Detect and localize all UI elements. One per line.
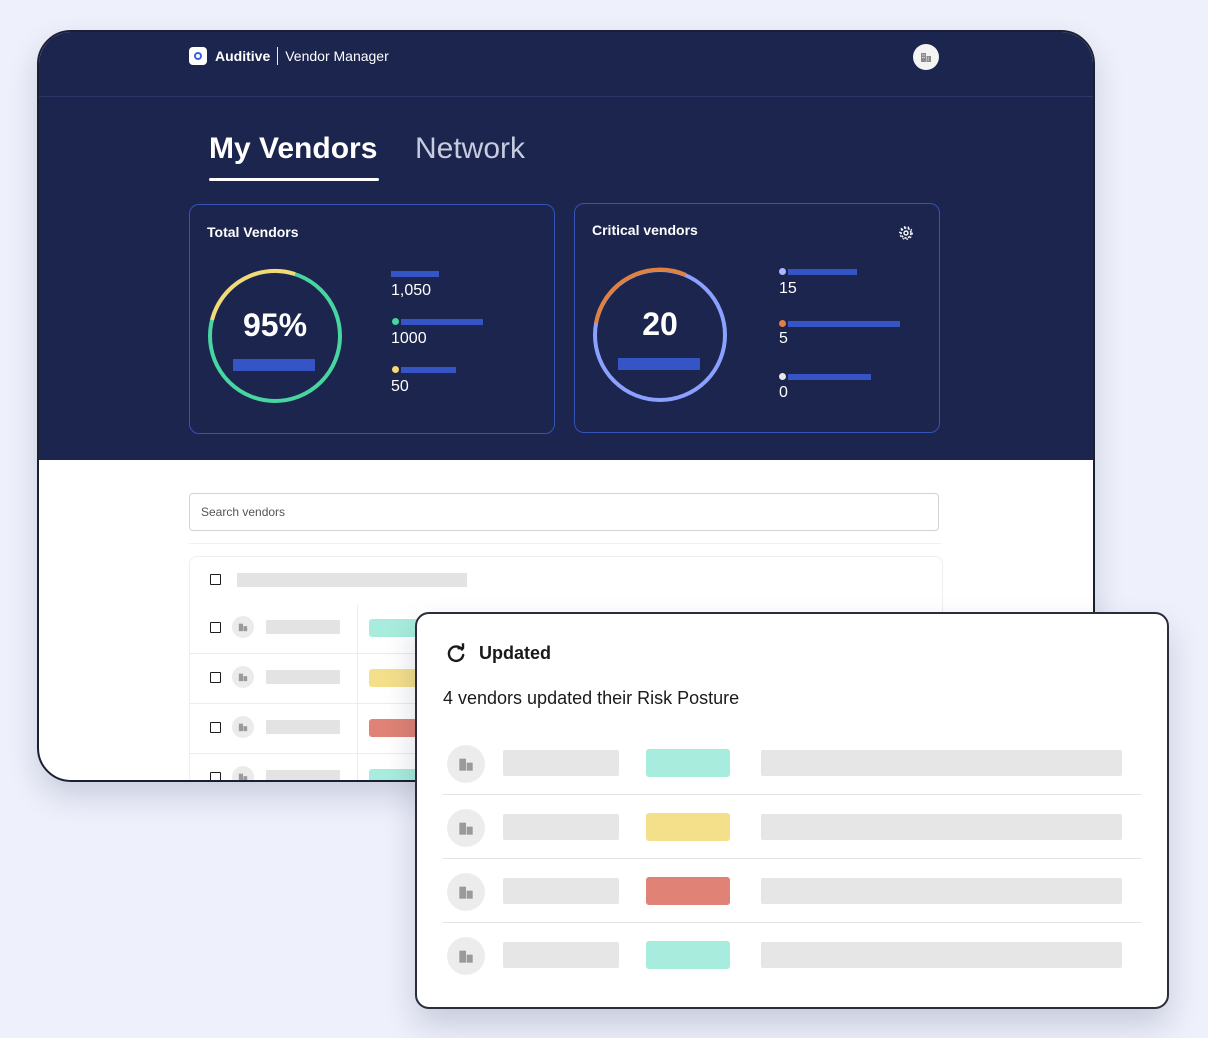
card-title: Critical vendors xyxy=(592,222,698,238)
detail-placeholder xyxy=(761,750,1122,776)
percent-bar xyxy=(233,359,315,371)
status-pill xyxy=(646,813,730,841)
active-tab-indicator xyxy=(209,178,379,181)
status-pill xyxy=(646,941,730,969)
stat-value: 1,050 xyxy=(391,282,432,299)
building-icon xyxy=(447,745,485,783)
gear-icon[interactable] xyxy=(897,224,915,242)
row-checkbox[interactable] xyxy=(210,672,221,683)
vendor-name-placeholder xyxy=(503,750,619,776)
building-icon xyxy=(232,766,254,780)
vendor-name-placeholder xyxy=(503,878,619,904)
column-divider xyxy=(357,605,358,780)
building-icon xyxy=(447,809,485,847)
vendor-name-placeholder xyxy=(266,620,340,634)
row-divider xyxy=(443,794,1141,795)
search-input[interactable] xyxy=(189,493,939,531)
header-placeholder xyxy=(237,573,467,587)
building-icon xyxy=(447,873,485,911)
detail-placeholder xyxy=(761,878,1122,904)
notification-message: 4 vendors updated their Risk Posture xyxy=(443,688,740,708)
building-icon xyxy=(232,716,254,738)
detail-placeholder xyxy=(761,942,1122,968)
tab-network[interactable]: Network xyxy=(415,132,525,166)
stat-value: 1000 xyxy=(391,330,427,347)
vendor-name-placeholder xyxy=(503,814,619,840)
total-vendors-card: Total Vendors 95% 1,050 1000 50 xyxy=(189,204,555,434)
account-avatar[interactable] xyxy=(913,44,939,70)
building-icon xyxy=(921,53,931,62)
stat-bar xyxy=(788,321,900,327)
refresh-icon[interactable] xyxy=(445,643,467,665)
dashboard-header: Auditive Vendor Manager My Vendors Netwo… xyxy=(39,32,1093,460)
card-title: Total Vendors xyxy=(207,224,299,240)
stat-bar xyxy=(401,319,483,325)
blue-dot xyxy=(779,268,786,275)
stat-value: 0 xyxy=(779,384,788,401)
critical-count: 20 xyxy=(642,306,678,342)
target-icon xyxy=(189,47,207,65)
stat-value: 5 xyxy=(779,330,788,347)
updated-notification: Updated 4 vendors updated their Risk Pos… xyxy=(415,612,1169,1009)
vendor-name-placeholder xyxy=(266,670,340,684)
building-icon xyxy=(232,616,254,638)
tab-my-vendors[interactable]: My Vendors xyxy=(209,132,377,166)
status-pill xyxy=(646,877,730,905)
count-bar xyxy=(618,358,700,370)
top-bar: Auditive Vendor Manager xyxy=(39,32,1093,97)
row-divider xyxy=(443,858,1141,859)
row-checkbox[interactable] xyxy=(210,622,221,633)
building-icon xyxy=(232,666,254,688)
stat-bar xyxy=(788,269,857,275)
yellow-dot xyxy=(392,366,399,373)
brand[interactable]: Auditive Vendor Manager xyxy=(189,47,389,65)
status-pill xyxy=(646,749,730,777)
brand-divider xyxy=(277,47,279,65)
percent-value: 95% xyxy=(242,307,308,343)
vendor-name-placeholder xyxy=(266,720,340,734)
stat-bar xyxy=(788,374,871,380)
row-checkbox[interactable] xyxy=(210,772,221,780)
row-divider xyxy=(443,922,1141,923)
building-icon xyxy=(447,937,485,975)
white-dot xyxy=(779,373,786,380)
stat-bar xyxy=(391,271,439,277)
vendor-name-placeholder xyxy=(266,770,340,780)
notification-title: Updated xyxy=(479,643,551,663)
vendor-name-placeholder xyxy=(503,942,619,968)
product-name: Vendor Manager xyxy=(285,48,389,64)
stat-value: 50 xyxy=(391,378,409,395)
orange-dot xyxy=(779,320,786,327)
green-dot xyxy=(392,318,399,325)
detail-placeholder xyxy=(761,814,1122,840)
divider xyxy=(189,543,941,544)
stat-value: 15 xyxy=(779,280,797,297)
stat-bar xyxy=(401,367,456,373)
critical-vendors-card: Critical vendors 20 15 5 0 xyxy=(574,203,940,433)
row-checkbox[interactable] xyxy=(210,722,221,733)
select-all-checkbox[interactable] xyxy=(210,574,221,585)
brand-name: Auditive xyxy=(215,48,271,64)
